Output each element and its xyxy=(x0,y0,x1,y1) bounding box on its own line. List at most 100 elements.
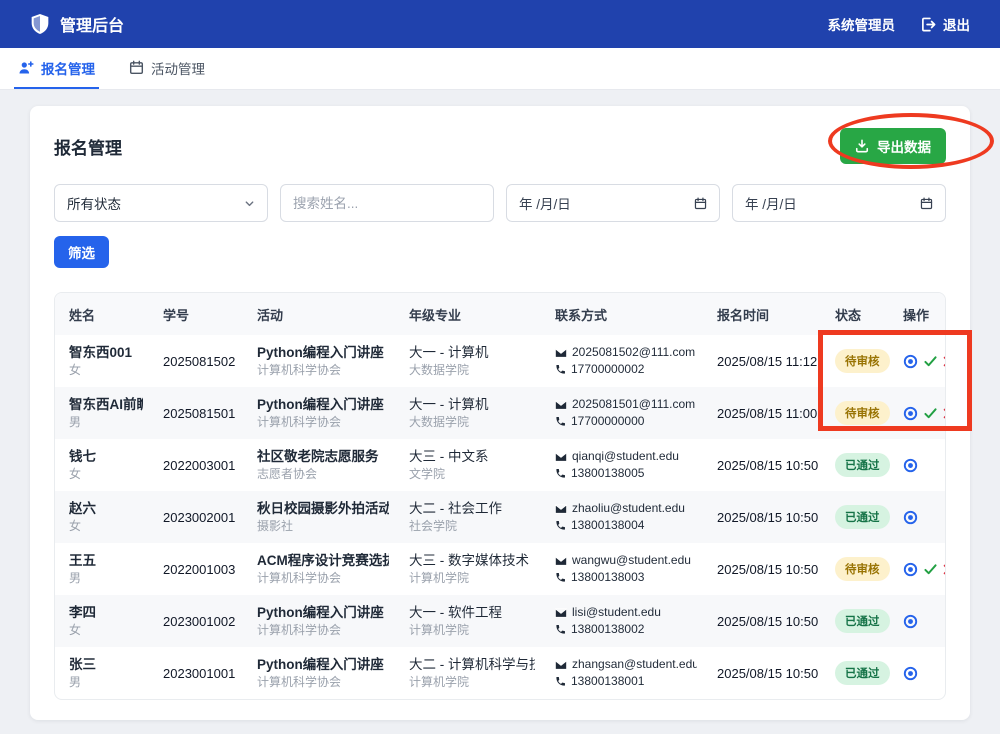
view-button[interactable] xyxy=(903,510,918,525)
eye-icon xyxy=(903,510,918,525)
student-name: 智东西001 xyxy=(69,344,143,362)
download-icon xyxy=(855,139,869,153)
email-value: qianqi@student.edu xyxy=(572,448,679,465)
registration-time: 2025/08/15 11:00 xyxy=(717,406,815,421)
student-gender: 女 xyxy=(69,466,143,483)
grade-major: 大三 - 数字媒体技术 xyxy=(409,552,535,570)
email-icon xyxy=(555,608,567,618)
status-filter-select[interactable]: 所有状态 xyxy=(54,184,268,222)
approve-button[interactable] xyxy=(924,563,937,576)
college: 大数据学院 xyxy=(409,414,535,431)
reject-button[interactable] xyxy=(943,356,946,367)
student-name: 钱七 xyxy=(69,448,143,466)
student-name: 智东西AI前瞻 xyxy=(69,396,143,414)
email-value: zhaoliu@student.edu xyxy=(572,500,685,517)
student-id: 2025081502 xyxy=(163,354,237,369)
email-value: wangwu@student.edu xyxy=(572,552,691,569)
view-button[interactable] xyxy=(903,458,918,473)
college: 社会学院 xyxy=(409,518,535,535)
status-badge: 待审核 xyxy=(835,557,890,581)
grade-major: 大二 - 计算机科学与技术 xyxy=(409,656,535,674)
activity-organizer: 摄影社 xyxy=(257,518,389,535)
student-id: 2023002001 xyxy=(163,510,237,525)
check-icon xyxy=(924,355,937,368)
college: 文学院 xyxy=(409,466,535,483)
student-gender: 男 xyxy=(69,674,143,691)
logout-button[interactable]: 退出 xyxy=(921,14,970,34)
tab-label: 报名管理 xyxy=(41,58,95,78)
col-header-grade-major: 年级专业 xyxy=(399,293,545,335)
view-button[interactable] xyxy=(903,562,918,577)
view-button[interactable] xyxy=(903,406,918,421)
registration-time: 2025/08/15 10:50 xyxy=(717,614,815,629)
grade-major: 大一 - 计算机 xyxy=(409,396,535,414)
phone-icon xyxy=(555,676,566,687)
activity-organizer: 计算机科学协会 xyxy=(257,570,389,587)
calendar-icon xyxy=(129,60,144,75)
date-from-input[interactable]: 年 /月/日 xyxy=(506,184,720,222)
filter-button[interactable]: 筛选 xyxy=(54,236,109,268)
eye-icon xyxy=(903,406,918,421)
activity-name: Python编程入门讲座 xyxy=(257,344,389,362)
page-title: 报名管理 xyxy=(54,134,122,159)
col-header-status: 状态 xyxy=(825,293,893,335)
check-icon xyxy=(924,563,937,576)
date-to-input[interactable]: 年 /月/日 xyxy=(732,184,946,222)
view-button[interactable] xyxy=(903,666,918,681)
college: 计算机学院 xyxy=(409,674,535,691)
view-button[interactable] xyxy=(903,354,918,369)
table-row: 钱七 女 2022003001 社区敬老院志愿服务 志愿者协会 大三 - 中文系… xyxy=(55,439,946,491)
person-add-icon xyxy=(18,60,34,76)
approve-button[interactable] xyxy=(924,355,937,368)
college: 计算机学院 xyxy=(409,622,535,639)
col-header-name: 姓名 xyxy=(55,293,153,335)
table-body: 智东西001 女 2025081502 Python编程入门讲座 计算机科学协会… xyxy=(55,335,946,699)
tab-bar: 报名管理 活动管理 xyxy=(0,48,1000,90)
eye-icon xyxy=(903,562,918,577)
status-badge: 待审核 xyxy=(835,401,890,425)
grade-major: 大一 - 计算机 xyxy=(409,344,535,362)
export-data-button[interactable]: 导出数据 xyxy=(840,128,946,164)
student-gender: 女 xyxy=(69,518,143,535)
registration-time: 2025/08/15 10:50 xyxy=(717,562,815,577)
x-icon xyxy=(943,408,946,419)
search-name-input[interactable] xyxy=(280,184,494,222)
table-row: 赵六 女 2023002001 秋日校园摄影外拍活动 摄影社 大二 - 社会工作… xyxy=(55,491,946,543)
top-bar: 管理后台 系统管理员 退出 xyxy=(0,0,1000,48)
filter-bar: 所有状态 年 /月/日 年 /月/日 xyxy=(54,184,946,222)
phone-value: 13800138005 xyxy=(571,465,644,482)
email-icon xyxy=(555,504,567,514)
activity-organizer: 计算机科学协会 xyxy=(257,622,389,639)
activity-name: ACM程序设计竞赛选拔 xyxy=(257,552,389,570)
registration-time: 2025/08/15 10:50 xyxy=(717,666,815,681)
student-name: 赵六 xyxy=(69,500,143,518)
table-row: 张三 男 2023001001 Python编程入门讲座 计算机科学协会 大二 … xyxy=(55,647,946,699)
x-icon xyxy=(943,356,946,367)
phone-icon xyxy=(555,468,566,479)
email-icon xyxy=(555,660,567,670)
grade-major: 大二 - 社会工作 xyxy=(409,500,535,518)
student-gender: 男 xyxy=(69,570,143,587)
reject-button[interactable] xyxy=(943,564,946,575)
phone-value: 17700000000 xyxy=(571,413,644,430)
col-header-activity: 活动 xyxy=(247,293,399,335)
view-button[interactable] xyxy=(903,614,918,629)
col-header-student-id: 学号 xyxy=(153,293,247,335)
student-id: 2022001003 xyxy=(163,562,237,577)
check-icon xyxy=(924,407,937,420)
activity-organizer: 计算机科学协会 xyxy=(257,414,389,431)
tab-registration-management[interactable]: 报名管理 xyxy=(14,48,99,89)
student-id: 2025081501 xyxy=(163,406,237,421)
table-row: 智东西AI前瞻 男 2025081501 Python编程入门讲座 计算机科学协… xyxy=(55,387,946,439)
reject-button[interactable] xyxy=(943,408,946,419)
activity-name: 社区敬老院志愿服务 xyxy=(257,448,389,466)
col-header-contact: 联系方式 xyxy=(545,293,707,335)
email-value: zhangsan@student.edu xyxy=(572,656,697,673)
status-badge: 已通过 xyxy=(835,661,890,685)
activity-name: Python编程入门讲座 xyxy=(257,656,389,674)
approve-button[interactable] xyxy=(924,407,937,420)
phone-value: 13800138003 xyxy=(571,569,644,586)
chevron-down-icon xyxy=(244,198,255,209)
tab-activity-management[interactable]: 活动管理 xyxy=(125,48,209,89)
status-badge: 已通过 xyxy=(835,505,890,529)
